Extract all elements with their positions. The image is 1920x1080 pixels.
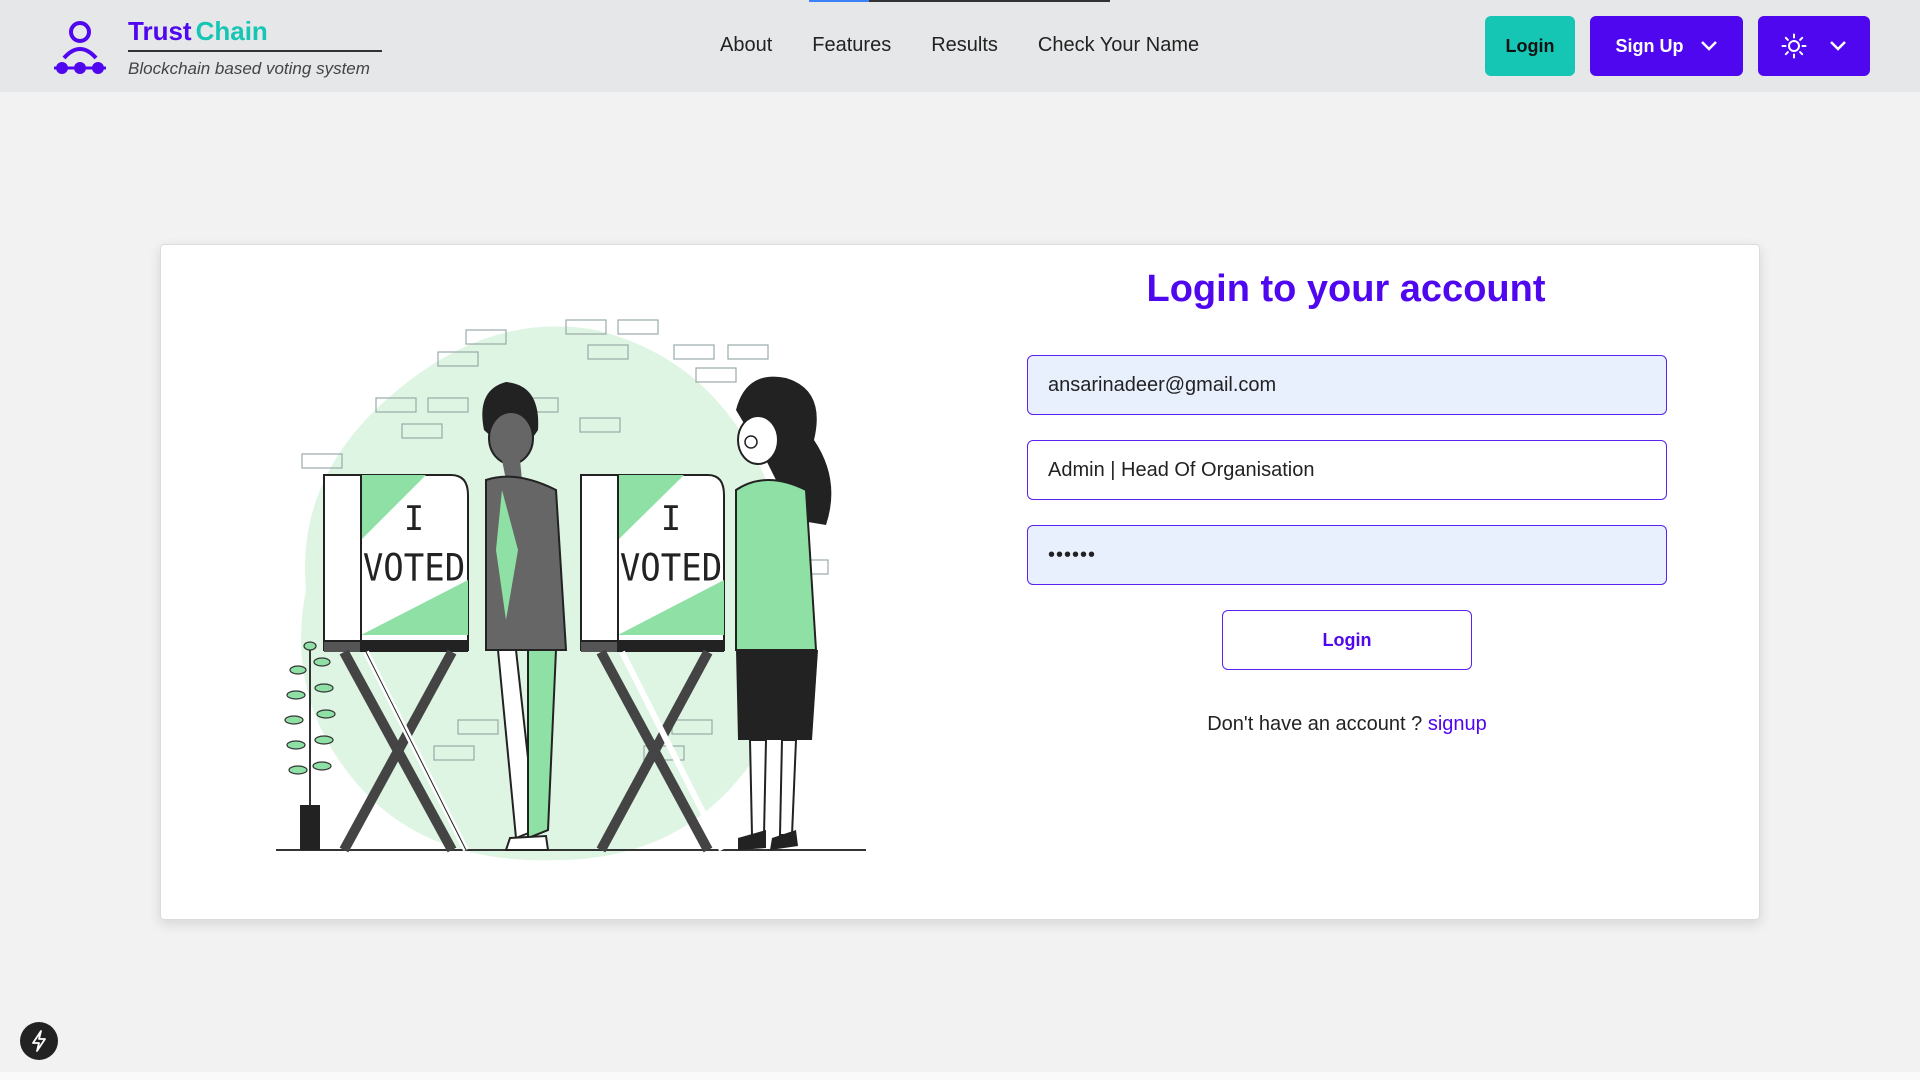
booth-sign-line1: I — [404, 499, 424, 539]
main-nav: About Features Results Check Your Name — [720, 34, 1199, 57]
chevron-down-icon — [1830, 41, 1846, 51]
signup-prompt-text: Don't have an account ? — [1207, 713, 1423, 735]
bolt-glyph-icon — [32, 1030, 46, 1052]
login-form-title: Login to your account — [1146, 268, 1546, 310]
nav-about[interactable]: About — [720, 34, 772, 57]
top-navbar: Trust Chain Blockchain based voting syste… — [0, 0, 1920, 92]
brand[interactable]: Trust Chain Blockchain based voting syste… — [52, 16, 382, 80]
booth-sign-line1: I — [661, 499, 681, 539]
nav-features[interactable]: Features — [812, 34, 891, 57]
people-network-logo-icon — [54, 21, 106, 74]
signup-label: Sign Up — [1615, 35, 1684, 56]
nav-check-your-name[interactable]: Check Your Name — [1038, 34, 1199, 57]
password-field[interactable]: •••••• — [1027, 525, 1667, 585]
email-field[interactable]: ansarinadeer@gmail.com — [1027, 355, 1667, 415]
role-select[interactable]: Admin | Head Of Organisation — [1027, 440, 1667, 500]
booth-sign-line2: VOTED — [620, 547, 722, 590]
brand-tagline: Blockchain based voting system — [128, 59, 370, 78]
booth-sign-line2: VOTED — [363, 547, 465, 590]
brand-name: Trust Chain — [128, 16, 268, 47]
brand-divider — [128, 50, 382, 52]
header-signup-dropdown[interactable]: Sign Up — [1590, 16, 1743, 76]
chevron-down-icon — [1700, 41, 1717, 51]
nav-results[interactable]: Results — [931, 34, 998, 57]
sun-icon — [1781, 33, 1807, 59]
theme-toggle-dropdown[interactable] — [1758, 16, 1870, 76]
header-login-button[interactable]: Login — [1485, 16, 1575, 76]
lightning-bolt-icon[interactable] — [20, 1022, 58, 1060]
loading-progress-bar — [809, 0, 1110, 2]
signup-prompt: Don't have an account ? signup — [1027, 713, 1667, 736]
voting-illustration: I VOTED I VOTED — [276, 319, 866, 861]
page-bottom-strip — [0, 1072, 1920, 1080]
signup-link[interactable]: signup — [1428, 713, 1487, 735]
login-submit-button[interactable]: Login — [1222, 610, 1472, 670]
brand-name-chain: Chain — [195, 16, 268, 46]
brand-name-trust: Trust — [128, 16, 192, 46]
